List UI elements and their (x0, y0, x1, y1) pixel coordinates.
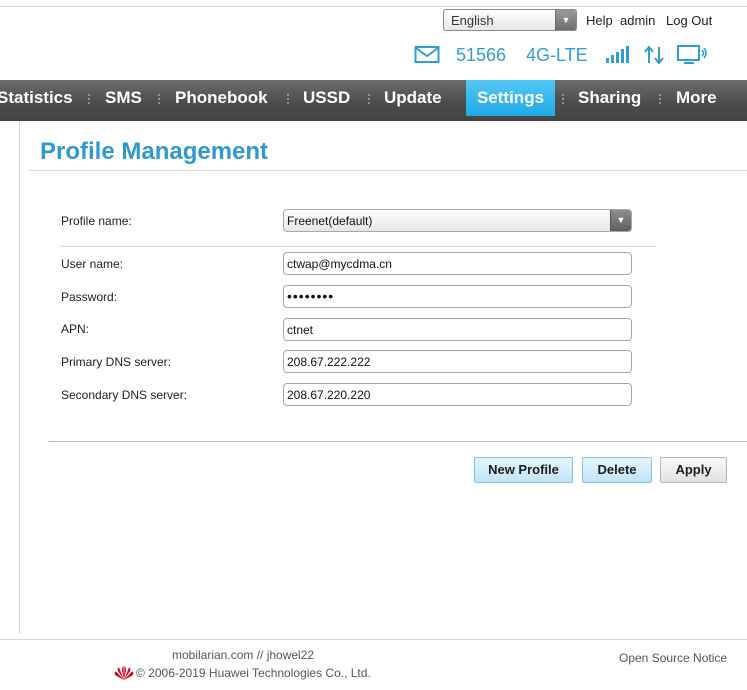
password-input[interactable]: •••••••• (283, 285, 632, 308)
nav-settings[interactable]: Settings (466, 80, 555, 116)
username-label: admin (620, 13, 656, 28)
chevron-down-icon: ▼ (610, 210, 631, 231)
nav-separator (659, 93, 661, 105)
title-divider (29, 170, 747, 171)
user-name-value: ctwap@mycdma.cn (287, 257, 392, 271)
data-transfer-icon (643, 44, 665, 68)
mail-icon[interactable] (414, 45, 440, 69)
footer-credit: mobilarian.com // jhowel22 (172, 648, 315, 662)
apply-button[interactable]: Apply (660, 457, 727, 483)
footer-copyright: © 2006-2019 Huawei Technologies Co., Ltd… (136, 666, 371, 680)
network-type: 4G-LTE (526, 45, 588, 65)
profile-name-value: Freenet(default) (287, 214, 373, 228)
secondary-dns-label: Secondary DNS server: (61, 388, 188, 402)
password-value: •••••••• (287, 288, 335, 304)
signal-bars-icon (605, 44, 633, 68)
nav-ussd[interactable]: USSD (303, 80, 350, 116)
footer-divider (0, 639, 747, 640)
language-select[interactable]: English ▼ (443, 9, 577, 31)
main-nav: Statistics SMS Phonebook USSD Update Set… (0, 80, 747, 121)
profile-name-select[interactable]: Freenet(default) ▼ (283, 209, 632, 232)
user-name-label: User name: (61, 257, 124, 271)
delete-button[interactable]: Delete (582, 457, 652, 483)
apn-label: APN: (61, 322, 90, 336)
apn-input[interactable]: ctnet (283, 318, 632, 341)
primary-dns-label: Primary DNS server: (61, 355, 172, 369)
nav-statistics[interactable]: Statistics (0, 80, 73, 116)
nav-separator (562, 93, 564, 105)
nav-update[interactable]: Update (384, 80, 442, 116)
help-link[interactable]: Help (586, 13, 613, 28)
open-source-notice-link[interactable]: Open Source Notice (619, 651, 727, 665)
new-profile-button[interactable]: New Profile (474, 457, 573, 483)
profile-name-label: Profile name: (61, 214, 132, 228)
content-left-border (19, 122, 20, 634)
primary-dns-input[interactable]: 208.67.222.222 (283, 350, 632, 373)
chevron-down-icon: ▼ (555, 10, 576, 30)
language-value: English (451, 13, 494, 28)
sms-count: 51566 (456, 45, 507, 65)
secondary-dns-input[interactable]: 208.67.220.220 (283, 383, 632, 406)
nav-separator (368, 93, 370, 105)
nav-sharing[interactable]: Sharing (578, 80, 641, 116)
nav-more[interactable]: More (676, 80, 717, 116)
user-name-input[interactable]: ctwap@mycdma.cn (283, 252, 632, 275)
page-title: Profile Management (40, 138, 269, 165)
nav-sms[interactable]: SMS (105, 80, 142, 116)
top-border (0, 6, 747, 7)
huawei-logo-icon (114, 665, 134, 684)
computer-connected-icon (676, 44, 708, 68)
nav-phonebook[interactable]: Phonebook (175, 80, 268, 116)
nav-separator (88, 93, 90, 105)
apn-value: ctnet (287, 323, 314, 337)
primary-dns-value: 208.67.222.222 (287, 355, 371, 369)
password-label: Password: (61, 290, 118, 304)
nav-separator (158, 93, 160, 105)
logout-link[interactable]: Log Out (666, 13, 712, 28)
nav-separator (287, 93, 289, 105)
secondary-dns-value: 208.67.220.220 (287, 388, 371, 402)
buttons-divider (49, 441, 747, 442)
form-divider (60, 246, 656, 247)
